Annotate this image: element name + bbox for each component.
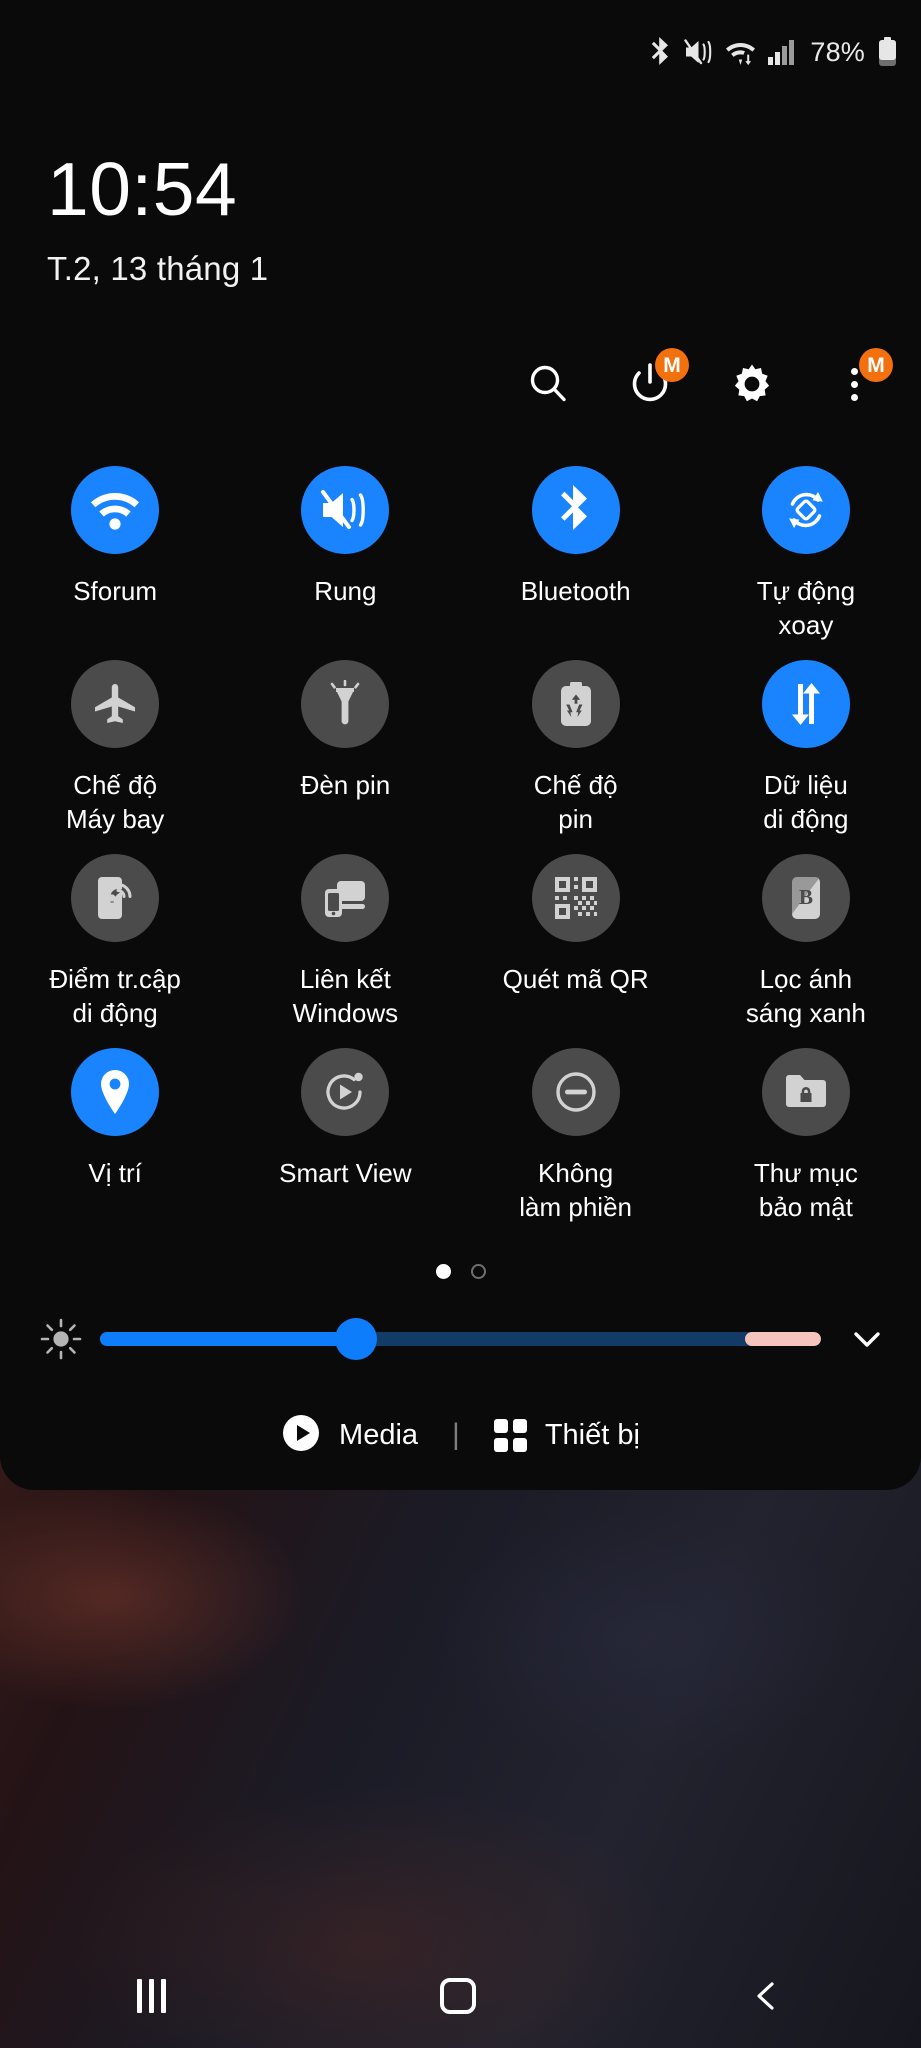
do-not-disturb-icon — [531, 1048, 620, 1136]
tile-label: Chế độ Máy bay — [65, 770, 165, 835]
tile-label: Thư mục bảo mật — [753, 1158, 858, 1223]
power-button[interactable]: M — [623, 348, 689, 411]
search-icon — [530, 365, 566, 402]
location-pin-icon — [71, 1048, 160, 1136]
battery-icon — [878, 37, 897, 67]
flashlight-icon — [301, 660, 390, 748]
brightness-fill — [100, 1332, 356, 1346]
tile-link-to-windows[interactable]: Liên kết Windows — [230, 848, 460, 1042]
tile-label: Vị trí — [88, 1158, 142, 1188]
navigation-bar — [0, 1944, 921, 2048]
play-circle-icon — [281, 1413, 321, 1458]
auto-rotate-icon — [761, 466, 850, 554]
quick-settings-tiles: Sforum Rung Bluetooth Tự động xoay Chế đ… — [0, 460, 921, 1236]
link-windows-icon — [301, 854, 390, 942]
clock-block[interactable]: 10:54 T.2, 13 tháng 1 — [0, 104, 921, 288]
tile-blue-light-filter[interactable]: B Lọc ánh sáng xanh — [691, 848, 921, 1042]
tile-label: Dữ liệu di động — [763, 770, 849, 835]
brightness-expand-button[interactable] — [839, 1318, 895, 1360]
chevron-down-icon — [854, 1332, 880, 1347]
devices-label: Thiết bị — [544, 1418, 640, 1451]
grid-squares-icon — [493, 1418, 527, 1452]
secure-folder-icon — [761, 1048, 850, 1136]
tile-mobile-hotspot[interactable]: Điểm tr.cập di động — [0, 848, 230, 1042]
tile-label: Điểm tr.cập di động — [49, 964, 181, 1029]
brightness-thumb[interactable] — [334, 1318, 377, 1360]
media-button[interactable]: Media — [253, 1413, 446, 1458]
qr-code-icon — [531, 854, 620, 942]
home-icon[interactable] — [440, 1978, 476, 2014]
wifi-icon — [71, 466, 160, 554]
header-actions: M M — [0, 346, 921, 422]
signal-bars-icon — [767, 38, 795, 66]
tile-label: Chế độ pin — [533, 770, 618, 835]
media-label: Media — [339, 1418, 419, 1451]
vibrate-icon — [301, 466, 390, 554]
vibrate-mute-icon — [684, 38, 714, 66]
tile-qr-scanner[interactable]: Quét mã QR — [461, 848, 691, 1042]
tile-label: Lọc ánh sáng xanh — [745, 964, 866, 1029]
tile-label: Quét mã QR — [502, 964, 649, 994]
search-button[interactable] — [521, 357, 575, 411]
tile-label: Rung — [314, 576, 377, 606]
panel-footer: Media | Thiết bị — [0, 1400, 921, 1470]
battery-saver-icon — [531, 660, 620, 748]
tile-power-saving[interactable]: Chế độ pin — [461, 654, 691, 848]
brightness-track-tail — [745, 1332, 821, 1346]
airplane-icon — [71, 660, 160, 748]
back-icon[interactable] — [750, 1979, 784, 2013]
tile-flashlight[interactable]: Đèn pin — [230, 654, 460, 848]
tile-secure-folder[interactable]: Thư mục bảo mật — [691, 1042, 921, 1236]
blue-light-icon: B — [761, 854, 850, 942]
tile-bluetooth[interactable]: Bluetooth — [461, 460, 691, 654]
battery-percent-label: 78% — [810, 36, 865, 67]
clock-date: T.2, 13 tháng 1 — [47, 250, 269, 287]
power-badge: M — [655, 348, 689, 382]
tile-label: Smart View — [279, 1158, 412, 1188]
quick-settings-panel: 78% 10:54 T.2, 13 tháng 1 M M Sforum Run… — [0, 0, 921, 1490]
tile-mobile-data[interactable]: Dữ liệu di động — [691, 654, 921, 848]
svg-text:B: B — [799, 885, 813, 909]
gear-icon — [734, 364, 770, 402]
settings-button[interactable] — [725, 357, 779, 411]
tile-rung[interactable]: Rung — [230, 460, 460, 654]
tile-label: Đèn pin — [300, 770, 391, 800]
page-indicator — [0, 1258, 921, 1284]
tile-label: Tự động xoay — [756, 576, 856, 641]
status-bar: 78% — [0, 0, 921, 104]
page-dot-1[interactable] — [435, 1263, 451, 1279]
wifi-data-icon — [725, 38, 756, 66]
brightness-icon — [34, 1317, 88, 1361]
mobile-data-icon — [761, 660, 850, 748]
tile-label: Liên kết Windows — [292, 964, 399, 1029]
tile-do-not-disturb[interactable]: Không làm phiền — [461, 1042, 691, 1236]
bluetooth-icon — [649, 37, 673, 67]
tile-airplane-mode[interactable]: Chế độ Máy bay — [0, 654, 230, 848]
hotspot-icon — [71, 854, 160, 942]
bluetooth-icon — [531, 466, 620, 554]
more-options-badge: M — [859, 348, 893, 382]
devices-button[interactable]: Thiết bị — [466, 1418, 668, 1452]
recents-icon[interactable] — [137, 1979, 166, 2013]
smart-view-icon — [301, 1048, 390, 1136]
brightness-slider[interactable] — [100, 1318, 821, 1360]
tile-auto-rotate[interactable]: Tự động xoay — [691, 460, 921, 654]
tile-sforum[interactable]: Sforum — [0, 460, 230, 654]
brightness-row — [0, 1306, 921, 1372]
more-options-button[interactable]: M — [827, 348, 893, 411]
clock-time: 10:54 — [47, 147, 238, 231]
tile-label: Không làm phiền — [519, 1158, 632, 1223]
tile-label: Sforum — [73, 576, 158, 606]
tile-location[interactable]: Vị trí — [0, 1042, 230, 1236]
footer-separator: | — [452, 1418, 460, 1451]
three-dots-icon — [850, 367, 858, 401]
page-dot-2[interactable] — [470, 1263, 486, 1279]
tile-smart-view[interactable]: Smart View — [230, 1042, 460, 1236]
tile-label: Bluetooth — [520, 576, 631, 606]
